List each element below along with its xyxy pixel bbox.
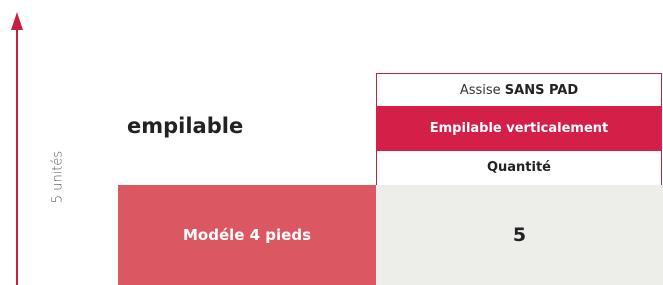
row-title: empilable [127,114,244,138]
header-table: Assise SANS PAD Empilable verticalement … [376,73,663,185]
model-cell: Modéle 4 pieds [118,185,376,285]
axis-label: 5 unités [50,150,66,204]
header-empilable: Empilable verticalement [376,106,662,151]
axis-line [16,28,18,285]
quantity-value: 5 [376,185,663,285]
header-quantite: Quantité [376,151,662,185]
header-assise-prefix: Assise [459,83,501,98]
header-assise: Assise SANS PAD [376,73,662,106]
header-assise-bold: SANS PAD [504,83,579,98]
